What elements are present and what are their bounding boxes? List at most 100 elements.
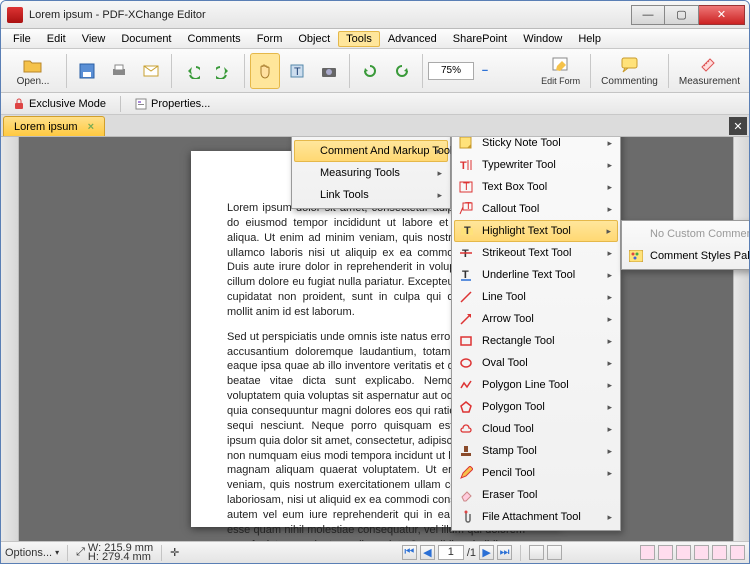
typewriter-icon: T bbox=[458, 157, 474, 173]
menu-help[interactable]: Help bbox=[570, 31, 609, 47]
view-mode-4[interactable] bbox=[694, 545, 709, 560]
tools-menu-item[interactable]: Comment And Markup Tools▸ bbox=[294, 140, 448, 162]
tools-menu-item[interactable]: Measuring Tools▸ bbox=[294, 162, 448, 184]
menu-tools[interactable]: Tools bbox=[338, 31, 380, 47]
print-button[interactable] bbox=[104, 53, 134, 89]
left-gutter[interactable] bbox=[1, 137, 19, 541]
markup-item-polyline[interactable]: Polygon Line Tool▸ bbox=[454, 374, 618, 396]
next-page-button[interactable]: ▶ bbox=[479, 545, 494, 560]
edit-form-button[interactable]: Edit Form bbox=[536, 51, 585, 91]
markup-item-callout[interactable]: TCallout Tool▸ bbox=[454, 198, 618, 220]
tools-menu-item[interactable]: Link Tools▸ bbox=[294, 184, 448, 206]
camera-icon bbox=[319, 61, 339, 81]
menu-edit[interactable]: Edit bbox=[39, 31, 74, 47]
menu-window[interactable]: Window bbox=[515, 31, 570, 47]
close-button[interactable]: ✕ bbox=[699, 5, 745, 25]
zoom-input[interactable]: 75% bbox=[428, 62, 474, 80]
save-button[interactable] bbox=[72, 53, 102, 89]
menu-document[interactable]: Document bbox=[113, 31, 179, 47]
prev-page-button[interactable]: ◀ bbox=[420, 545, 435, 560]
view-mode-3[interactable] bbox=[676, 545, 691, 560]
zoom-out-button[interactable]: − bbox=[476, 53, 494, 89]
options-button[interactable]: Options...▾ bbox=[5, 547, 59, 559]
menu-advanced[interactable]: Advanced bbox=[380, 31, 445, 47]
document-tab[interactable]: Lorem ipsum × bbox=[3, 116, 105, 136]
open-button[interactable]: Open... bbox=[5, 51, 61, 91]
markup-item-stamp[interactable]: Stamp Tool▸ bbox=[454, 440, 618, 462]
menu-item-label: Typewriter Tool bbox=[482, 159, 556, 171]
svg-text:T: T bbox=[465, 202, 472, 212]
view-mode-6[interactable] bbox=[730, 545, 745, 560]
menu-item-label: Callout Tool bbox=[482, 203, 539, 215]
markup-item-rectangle[interactable]: Rectangle Tool▸ bbox=[454, 330, 618, 352]
markup-item-polygon[interactable]: Polygon Tool▸ bbox=[454, 396, 618, 418]
menu-item-label: Arrow Tool bbox=[482, 313, 534, 325]
view-mode-1[interactable] bbox=[640, 545, 655, 560]
markup-item-highlight[interactable]: THighlight Text Tool▸ bbox=[454, 220, 618, 242]
svg-text:T: T bbox=[462, 269, 469, 281]
menu-form[interactable]: Form bbox=[249, 31, 291, 47]
menu-file[interactable]: File bbox=[5, 31, 39, 47]
markup-item-underline[interactable]: TUnderline Text Tool▸ bbox=[454, 264, 618, 286]
email-button[interactable] bbox=[136, 53, 166, 89]
markup-item-oval[interactable]: Oval Tool▸ bbox=[454, 352, 618, 374]
menu-view[interactable]: View bbox=[74, 31, 114, 47]
properties-button[interactable]: Properties... bbox=[129, 97, 216, 111]
submenu-arrow-icon: ▸ bbox=[607, 446, 612, 457]
measurement-button[interactable]: Measurement bbox=[674, 51, 745, 91]
snapshot-button[interactable] bbox=[314, 53, 344, 89]
select-tool-button[interactable]: T bbox=[282, 53, 312, 89]
markup-item-strikeout[interactable]: TStrikeout Text Tool▸ bbox=[454, 242, 618, 264]
rotate-cw-button[interactable] bbox=[387, 53, 417, 89]
markup-item-typewriter[interactable]: TTypewriter Tool▸ bbox=[454, 154, 618, 176]
redo-button[interactable] bbox=[209, 53, 239, 89]
tabstrip-close-button[interactable]: ✕ bbox=[729, 117, 747, 135]
first-page-button[interactable]: ⏮ bbox=[402, 545, 417, 560]
measurement-label: Measurement bbox=[679, 76, 740, 87]
undo-button[interactable] bbox=[177, 53, 207, 89]
menu-item-label: Text Box Tool bbox=[482, 181, 547, 193]
text-box-icon: T bbox=[458, 179, 474, 195]
view-mode-2[interactable] bbox=[658, 545, 673, 560]
last-page-button[interactable]: ⏭ bbox=[497, 545, 512, 560]
markup-item-line[interactable]: Line Tool▸ bbox=[454, 286, 618, 308]
rotate-ccw-button[interactable] bbox=[355, 53, 385, 89]
markup-item-cloud[interactable]: Cloud Tool▸ bbox=[454, 418, 618, 440]
menu-item-label: No Custom Comment Style bbox=[650, 228, 749, 240]
layout-continuous-button[interactable] bbox=[547, 545, 562, 560]
markup-item-eraser[interactable]: Eraser Tool bbox=[454, 484, 618, 506]
page-number-input[interactable]: 1 bbox=[438, 545, 464, 560]
menubar: FileEditViewDocumentCommentsFormObjectTo… bbox=[1, 29, 749, 49]
submenu-arrow-icon: ▸ bbox=[607, 292, 612, 303]
crosshair-icon: ✛ bbox=[170, 546, 179, 559]
cursor-position: ✛ bbox=[170, 546, 179, 559]
view-mode-5[interactable] bbox=[712, 545, 727, 560]
markup-item-attachment[interactable]: File Attachment Tool▸ bbox=[454, 506, 618, 528]
submenu-arrow-icon: ▸ bbox=[607, 270, 612, 281]
comment-styles-palette-item[interactable]: Comment Styles Palette bbox=[624, 245, 749, 267]
commenting-button[interactable]: Commenting bbox=[596, 51, 663, 91]
markup-item-text-box[interactable]: TText Box Tool▸ bbox=[454, 176, 618, 198]
tools-menu: Basic Tools▸Zoom Tools▸Content Editing T… bbox=[291, 137, 451, 209]
page-dimensions: ⤢ W: 215.9 mm H: 279.4 mm bbox=[76, 544, 153, 562]
menu-item-label: Comment Styles Palette bbox=[650, 250, 749, 262]
menu-object[interactable]: Object bbox=[290, 31, 338, 47]
menu-comments[interactable]: Comments bbox=[180, 31, 249, 47]
menu-item-label: Oval Tool bbox=[482, 357, 528, 369]
tab-close-icon[interactable]: × bbox=[88, 121, 94, 133]
layout-single-button[interactable] bbox=[529, 545, 544, 560]
markup-item-pencil[interactable]: Pencil Tool▸ bbox=[454, 462, 618, 484]
submenu-arrow-icon: ▸ bbox=[607, 336, 612, 347]
minimize-button[interactable]: — bbox=[631, 5, 665, 25]
markup-item-arrow[interactable]: Arrow Tool▸ bbox=[454, 308, 618, 330]
markup-item-sticky-note[interactable]: Sticky Note Tool▸ bbox=[454, 137, 618, 154]
menu-sharepoint[interactable]: SharePoint bbox=[445, 31, 515, 47]
no-custom-style-item[interactable]: No Custom Comment Style bbox=[624, 223, 749, 245]
commenting-label: Commenting bbox=[601, 76, 658, 87]
maximize-button[interactable]: ▢ bbox=[665, 5, 699, 25]
print-icon bbox=[109, 61, 129, 81]
callout-icon: T bbox=[458, 201, 474, 217]
vertical-scrollbar[interactable] bbox=[733, 137, 749, 541]
hand-tool-button[interactable] bbox=[250, 53, 280, 89]
exclusive-mode-button[interactable]: Exclusive Mode bbox=[7, 97, 112, 111]
